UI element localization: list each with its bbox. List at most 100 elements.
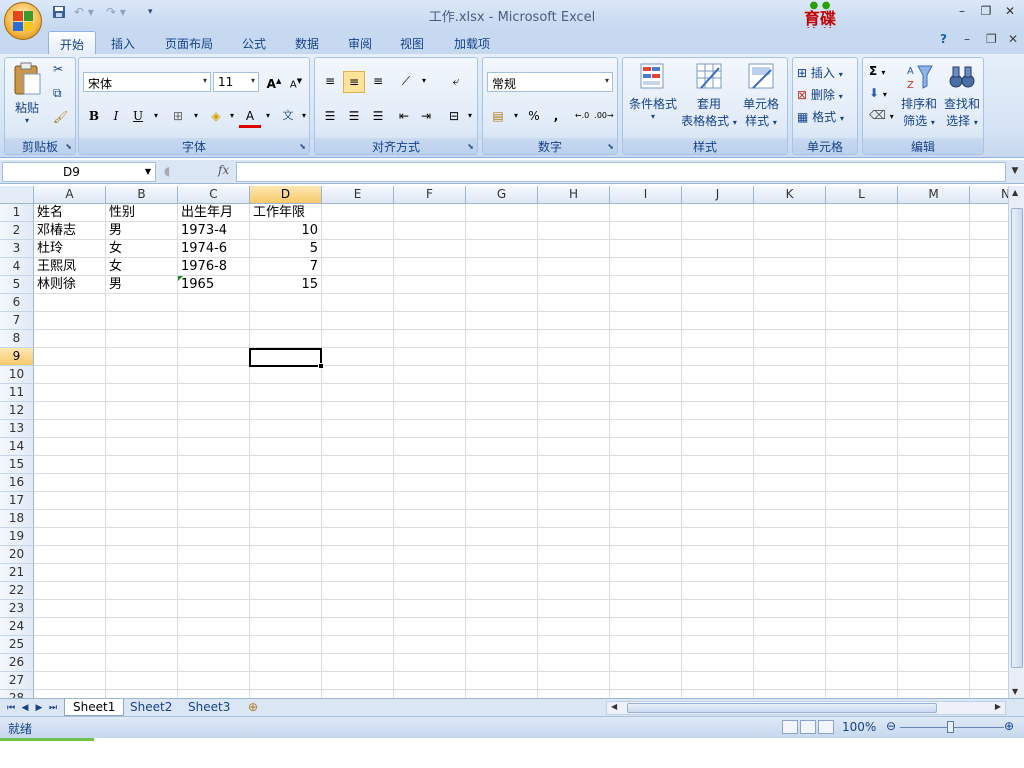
cell-f27[interactable] (394, 672, 466, 690)
row-header-10[interactable]: 10 (0, 366, 34, 384)
cell-k11[interactable] (754, 384, 826, 402)
column-header-e[interactable]: E (322, 186, 394, 204)
cell-e17[interactable] (322, 492, 394, 510)
cell-n26[interactable] (970, 654, 1008, 672)
cell-n21[interactable] (970, 564, 1008, 582)
cell-e10[interactable] (322, 366, 394, 384)
cell-h8[interactable] (538, 330, 610, 348)
cell-i20[interactable] (610, 546, 682, 564)
vertical-scrollbar[interactable]: ▲ ▼ (1008, 186, 1024, 698)
cell-m6[interactable] (898, 294, 970, 312)
cell-m24[interactable] (898, 618, 970, 636)
cell-a15[interactable] (34, 456, 106, 474)
cell-c27[interactable] (178, 672, 250, 690)
cell-i17[interactable] (610, 492, 682, 510)
cell-l10[interactable] (826, 366, 898, 384)
cell-i9[interactable] (610, 348, 682, 366)
cell-k20[interactable] (754, 546, 826, 564)
cell-h3[interactable] (538, 240, 610, 258)
cell-n28[interactable] (970, 690, 1008, 698)
row-header-16[interactable]: 16 (0, 474, 34, 492)
cell-n2[interactable] (970, 222, 1008, 240)
cell-l28[interactable] (826, 690, 898, 698)
cell-h28[interactable] (538, 690, 610, 698)
tab-insert[interactable]: 插入 (100, 31, 146, 54)
cell-d5[interactable]: 15 (250, 276, 322, 294)
cell-b3[interactable]: 女 (106, 240, 178, 258)
cell-k24[interactable] (754, 618, 826, 636)
row-header-17[interactable]: 17 (0, 492, 34, 510)
cell-j27[interactable] (682, 672, 754, 690)
cell-a8[interactable] (34, 330, 106, 348)
align-middle-icon[interactable]: ≡ (343, 71, 365, 93)
cell-a4[interactable]: 王熙凤 (34, 258, 106, 276)
cell-m22[interactable] (898, 582, 970, 600)
cell-a26[interactable] (34, 654, 106, 672)
sort-filter-button[interactable]: AZ 排序和 筛选 ▾ (897, 62, 941, 129)
cell-h1[interactable] (538, 204, 610, 222)
align-right-icon[interactable]: ☰ (367, 106, 389, 128)
cell-l4[interactable] (826, 258, 898, 276)
cell-j23[interactable] (682, 600, 754, 618)
cell-d11[interactable] (250, 384, 322, 402)
cell-i15[interactable] (610, 456, 682, 474)
cell-d13[interactable] (250, 420, 322, 438)
underline-dropdown-icon[interactable]: ▾ (145, 106, 167, 128)
cell-n20[interactable] (970, 546, 1008, 564)
cell-l5[interactable] (826, 276, 898, 294)
cell-e3[interactable] (322, 240, 394, 258)
cell-f15[interactable] (394, 456, 466, 474)
cell-j20[interactable] (682, 546, 754, 564)
cell-i11[interactable] (610, 384, 682, 402)
cell-h18[interactable] (538, 510, 610, 528)
cell-i21[interactable] (610, 564, 682, 582)
name-box[interactable]: D9 ▼ (2, 162, 156, 182)
cell-j7[interactable] (682, 312, 754, 330)
cell-k27[interactable] (754, 672, 826, 690)
worksheet-grid[interactable]: ABCDEFGHIJKLMN 1 2 3 4 5 6 7 8 9 10 11 12 13 14 15 16 17… (0, 186, 1008, 698)
cell-l11[interactable] (826, 384, 898, 402)
cell-d3[interactable]: 5 (250, 240, 322, 258)
cell-k10[interactable] (754, 366, 826, 384)
cell-n9[interactable] (970, 348, 1008, 366)
comma-style-icon[interactable]: , (545, 106, 567, 128)
row-header-7[interactable]: 7 (0, 312, 34, 330)
cell-b22[interactable] (106, 582, 178, 600)
cell-k21[interactable] (754, 564, 826, 582)
font-name-combo[interactable]: 宋体 ▾ (83, 72, 211, 92)
cell-i28[interactable] (610, 690, 682, 698)
cell-k14[interactable] (754, 438, 826, 456)
cell-h22[interactable] (538, 582, 610, 600)
cell-h20[interactable] (538, 546, 610, 564)
cell-b11[interactable] (106, 384, 178, 402)
cell-j26[interactable] (682, 654, 754, 672)
tab-addins[interactable]: 加载项 (443, 31, 501, 54)
cell-f12[interactable] (394, 402, 466, 420)
column-header-g[interactable]: G (466, 186, 538, 204)
cell-m17[interactable] (898, 492, 970, 510)
cell-a23[interactable] (34, 600, 106, 618)
cell-e28[interactable] (322, 690, 394, 698)
column-header-b[interactable]: B (106, 186, 178, 204)
cell-c13[interactable] (178, 420, 250, 438)
next-sheet-icon[interactable]: ▶ (32, 701, 46, 715)
cell-a13[interactable] (34, 420, 106, 438)
cell-l27[interactable] (826, 672, 898, 690)
fill-icon[interactable]: ⬇ ▾ (869, 86, 887, 100)
cell-n3[interactable] (970, 240, 1008, 258)
wrap-text-icon[interactable]: ⤶ (445, 71, 467, 93)
cell-j18[interactable] (682, 510, 754, 528)
cell-m3[interactable] (898, 240, 970, 258)
cell-a16[interactable] (34, 474, 106, 492)
decrease-decimal-icon[interactable]: .00→ (593, 106, 615, 128)
cell-g11[interactable] (466, 384, 538, 402)
cell-n23[interactable] (970, 600, 1008, 618)
cell-styles-button[interactable]: 单元格 样式 ▾ (735, 62, 787, 129)
cell-f25[interactable] (394, 636, 466, 654)
cell-d22[interactable] (250, 582, 322, 600)
cell-j13[interactable] (682, 420, 754, 438)
cell-m16[interactable] (898, 474, 970, 492)
cell-m20[interactable] (898, 546, 970, 564)
cell-c9[interactable] (178, 348, 250, 366)
cell-e25[interactable] (322, 636, 394, 654)
